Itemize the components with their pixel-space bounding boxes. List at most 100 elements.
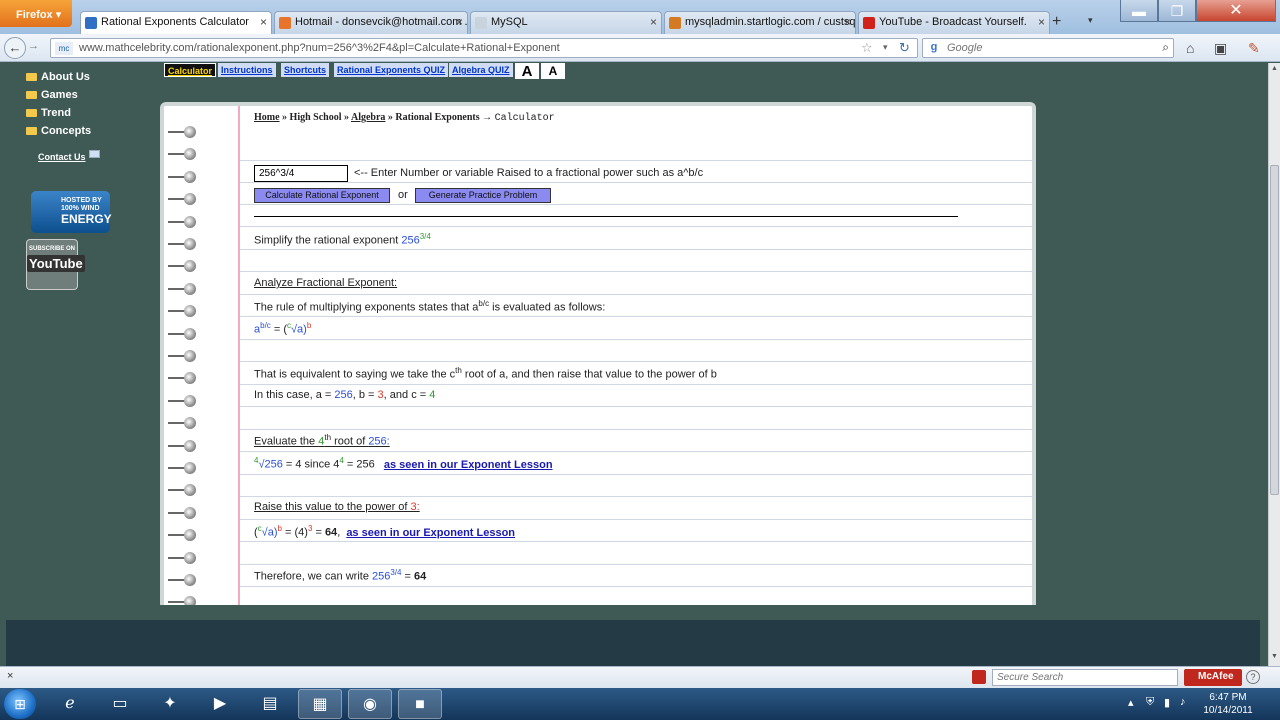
- screen-recorder-icon[interactable]: ▦: [298, 689, 342, 719]
- paper-rule: [240, 271, 1032, 272]
- nav-algebra-quiz[interactable]: Algebra QUIZ: [449, 63, 513, 77]
- addon-toolbar-icon[interactable]: ▣: [1214, 40, 1227, 57]
- tab-mysql[interactable]: MySQL ×: [470, 11, 662, 34]
- search-box[interactable]: g ⌕: [922, 38, 1174, 58]
- scroll-down-icon[interactable]: ▼: [1271, 653, 1278, 660]
- solution-text: Evaluate the: [254, 435, 319, 448]
- paper-rule: [240, 294, 1032, 295]
- navigation-toolbar: ← → mc www.mathcelebrity.com/rationalexp…: [0, 34, 1280, 62]
- page-scrollbar[interactable]: ▲ ▼: [1268, 63, 1280, 666]
- mail-icon[interactable]: [89, 150, 100, 158]
- tab-youtube[interactable]: YouTube - Broadcast Yourself. ×: [858, 11, 1050, 34]
- therefore-line: Therefore, we can write 2563/4 = 64: [254, 568, 426, 583]
- contact-us-link[interactable]: Contact Us: [38, 152, 86, 162]
- scrollbar-thumb[interactable]: [1270, 165, 1279, 495]
- nav-calculator[interactable]: Calculator: [164, 63, 217, 77]
- close-tab-icon[interactable]: ×: [650, 15, 657, 29]
- media-app-icon[interactable]: ✦: [148, 689, 192, 719]
- video-camera-icon[interactable]: ■: [398, 689, 442, 719]
- tray-volume-icon[interactable]: ♪: [1180, 696, 1186, 708]
- sidebar-item-about-us[interactable]: About Us: [26, 71, 90, 83]
- youtube-subscribe-badge[interactable]: SUBSCRIBE ON YouTube: [26, 239, 85, 290]
- font-larger-button[interactable]: A: [515, 63, 539, 80]
- rule-line: The rule of multiplying exponents states…: [254, 299, 605, 314]
- url-bar[interactable]: mc www.mathcelebrity.com/rationalexponen…: [50, 38, 918, 58]
- home-icon[interactable]: ⌂: [1186, 40, 1194, 56]
- tray-antivirus-icon[interactable]: ⛨: [1146, 696, 1154, 709]
- maximize-icon[interactable]: ❐: [1158, 0, 1196, 22]
- url-text[interactable]: www.mathcelebrity.com/rationalexponent.p…: [79, 42, 560, 54]
- forward-arrow-icon[interactable]: →: [28, 40, 39, 52]
- google-search-engine-icon[interactable]: g: [927, 41, 941, 55]
- internet-explorer-icon[interactable]: ℯ: [48, 689, 92, 719]
- site-identity-icon[interactable]: mc: [55, 42, 73, 55]
- tab-mysqladmin[interactable]: mysqladmin.startlogic.com / custsq... ×: [664, 11, 856, 34]
- firefox-taskbar-icon[interactable]: ◉: [348, 689, 392, 719]
- calculate-rational-exponent-button[interactable]: Calculate Rational Exponent: [254, 188, 390, 203]
- tab-label: YouTube - Broadcast Yourself.: [879, 16, 1027, 28]
- paper-rule: [240, 519, 1032, 520]
- number-input[interactable]: [254, 165, 348, 182]
- nav-instructions[interactable]: Instructions: [218, 63, 276, 77]
- firefox-menu-button[interactable]: Firefox ▾: [0, 0, 72, 27]
- tab-rational-exponents[interactable]: Rational Exponents Calculator ×: [80, 11, 272, 34]
- exponent-lesson-link[interactable]: as seen in our Exponent Lesson: [346, 527, 515, 539]
- sidebar-item-label: Concepts: [41, 125, 92, 137]
- tools-extension-icon[interactable]: ✎: [1248, 40, 1260, 57]
- file-explorer-icon[interactable]: ▭: [98, 689, 142, 719]
- mcafee-shield-icon[interactable]: [972, 670, 986, 684]
- back-arrow-icon[interactable]: ←: [4, 37, 26, 59]
- spiral-ring: [168, 215, 196, 228]
- font-smaller-button[interactable]: A: [541, 63, 565, 79]
- tray-show-hidden-icon[interactable]: ▴: [1128, 696, 1134, 709]
- close-window-icon[interactable]: ✕: [1196, 0, 1276, 22]
- url-history-dropdown-icon[interactable]: ▾: [883, 42, 888, 53]
- root-base: √256: [258, 458, 283, 471]
- nav-shortcuts[interactable]: Shortcuts: [281, 63, 330, 77]
- exponent-value: 3/4: [390, 568, 402, 577]
- secure-search-input[interactable]: [992, 669, 1178, 686]
- tab-hotmail[interactable]: Hotmail - donsevcik@hotmail.com ... ×: [274, 11, 468, 34]
- reload-icon[interactable]: ↻: [899, 40, 910, 56]
- scroll-up-icon[interactable]: ▲: [1271, 65, 1278, 72]
- sidebar-item-trend[interactable]: Trend: [26, 107, 71, 119]
- list-all-tabs-icon[interactable]: ▾: [1088, 15, 1093, 26]
- bookmark-star-icon[interactable]: ☆: [861, 40, 873, 56]
- search-icon[interactable]: ⌕: [1162, 40, 1169, 55]
- media-player-icon[interactable]: ▶: [198, 689, 242, 719]
- breadcrumb-algebra[interactable]: Algebra: [351, 112, 385, 123]
- title-bar: Firefox ▾ Rational Exponents Calculator …: [0, 0, 1280, 34]
- b-value: 3:: [410, 501, 420, 513]
- solution-text: In this case, a =: [254, 389, 335, 401]
- nav-rational-exponents-quiz[interactable]: Rational Exponents QUIZ: [334, 63, 449, 77]
- tray-network-icon[interactable]: ▮: [1164, 696, 1170, 709]
- close-tab-icon[interactable]: ×: [260, 15, 267, 29]
- start-button[interactable]: ⊞: [4, 689, 36, 719]
- breadcrumb-rational-exponents: Rational Exponents: [395, 112, 480, 123]
- minimize-icon[interactable]: ▬: [1120, 0, 1158, 22]
- notebook-paper: Home » High School » Algebra » Rational …: [160, 102, 1036, 605]
- system-clock[interactable]: 6:47 PM 10/14/2011: [1196, 691, 1260, 717]
- breadcrumb-calculator: Calculator: [494, 113, 555, 124]
- sidebar-item-games[interactable]: Games: [26, 89, 78, 101]
- close-tab-icon[interactable]: ×: [456, 15, 463, 29]
- notepad-icon[interactable]: ▤: [248, 689, 292, 719]
- help-icon[interactable]: ?: [1246, 670, 1260, 684]
- generate-practice-problem-button[interactable]: Generate Practice Problem: [415, 188, 551, 203]
- web-page: About Us Games Trend Concepts Contact Us…: [0, 63, 1268, 605]
- new-tab-icon[interactable]: +: [1052, 13, 1061, 31]
- spiral-ring: [168, 238, 196, 250]
- result-value: 64: [324, 526, 338, 539]
- wind-energy-badge[interactable]: HOSTED BY 100% WIND ENERGY: [31, 191, 112, 233]
- exponent-lesson-link[interactable]: as seen in our Exponent Lesson: [384, 459, 553, 471]
- close-tab-icon[interactable]: ×: [844, 15, 851, 29]
- search-input[interactable]: [947, 41, 1147, 55]
- close-addon-bar-icon[interactable]: ×: [7, 670, 13, 682]
- paper-rule: [240, 496, 1032, 497]
- close-tab-icon[interactable]: ×: [1038, 15, 1045, 29]
- breadcrumb-home[interactable]: Home: [254, 112, 280, 123]
- sidebar-item-concepts[interactable]: Concepts: [26, 125, 91, 137]
- spiral-ring: [168, 260, 196, 273]
- exponent-value: 3/4: [419, 232, 431, 241]
- mcafee-logo[interactable]: McAfee: [1184, 669, 1242, 686]
